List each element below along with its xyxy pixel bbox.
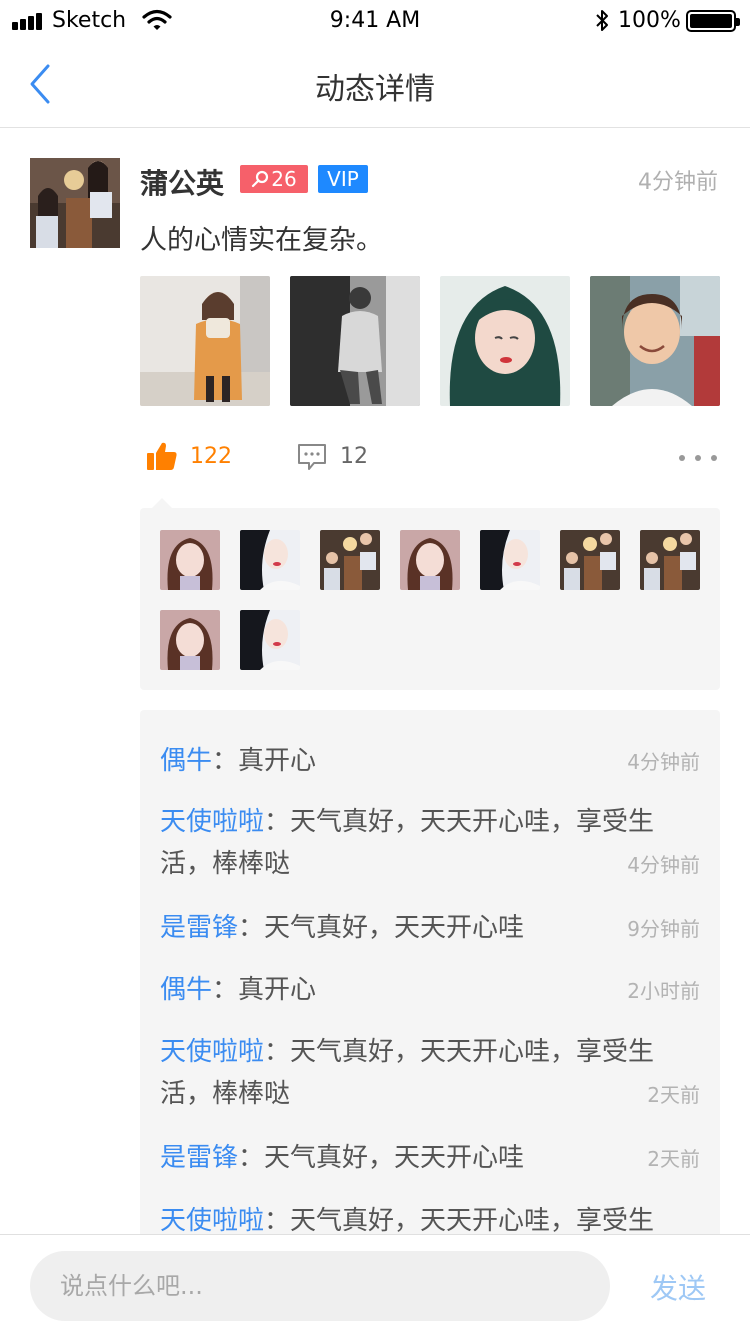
liker-avatar[interactable] <box>160 530 220 590</box>
comment-sep: ： <box>264 807 291 837</box>
age-value: 26 <box>271 167 297 191</box>
vip-badge: VIP <box>318 165 368 193</box>
photo-3[interactable] <box>440 276 570 406</box>
comment-count: 12 <box>340 444 368 469</box>
like-count: 122 <box>190 444 232 469</box>
author-avatar[interactable] <box>30 158 120 248</box>
liker-avatar[interactable] <box>640 530 700 590</box>
photo-grid <box>140 276 720 406</box>
gender-age-badge: 26 <box>240 165 308 193</box>
more-dots-icon[interactable] <box>678 454 718 462</box>
liker-avatar[interactable] <box>160 610 220 670</box>
liker-avatar[interactable] <box>560 530 620 590</box>
thumbs-up-icon[interactable] <box>146 440 178 472</box>
comment-sep: ： <box>238 1143 265 1173</box>
liker-avatar[interactable] <box>240 530 300 590</box>
status-bar: Sketch 9:41 AM 100% <box>0 0 750 40</box>
comment-item: 天使啦啦：天气真好，天天开心哇，享受生活，棒棒哒 4分钟前 <box>160 801 700 885</box>
send-button[interactable]: 发送 <box>650 1267 706 1307</box>
comment-list: 偶牛：真开心 4分钟前 天使啦啦：天气真好，天天开心哇，享受生活，棒棒哒 4分钟… <box>140 710 720 1250</box>
comment-author[interactable]: 是雷锋 <box>160 1143 238 1173</box>
comment-author[interactable]: 偶牛 <box>160 746 212 776</box>
comment-item: 是雷锋：天气真好，天天开心哇 9分钟前 <box>160 907 700 949</box>
female-symbol-icon <box>252 170 269 188</box>
comment-time: 2天前 <box>647 1083 700 1107</box>
battery-percent: 100% <box>618 8 681 33</box>
battery-icon <box>686 10 740 32</box>
comment-author[interactable]: 天使啦啦 <box>160 1037 264 1067</box>
comment-time: 2小时前 <box>627 979 700 1003</box>
comment-time: 4分钟前 <box>627 750 700 774</box>
comment-item: 偶牛：真开心 4分钟前 <box>160 740 700 782</box>
comment-author[interactable]: 天使啦啦 <box>160 807 264 837</box>
liker-avatar[interactable] <box>240 610 300 670</box>
comment-text: 天气真好，天天开心哇 <box>264 913 525 943</box>
comment-item: 天使啦啦：天气真好，天天开心哇，享受生活，棒棒哒 2天前 <box>160 1031 700 1115</box>
nav-bar: 动态详情 <box>0 40 750 128</box>
post-text: 人的心情实在复杂。 <box>140 225 383 256</box>
post-time: 4分钟前 <box>638 170 718 195</box>
photo-1[interactable] <box>140 276 270 406</box>
likers-panel <box>140 498 720 690</box>
liker-avatar[interactable] <box>400 530 460 590</box>
comment-item: 是雷锋：天气真好，天天开心哇 2天前 <box>160 1137 700 1179</box>
comment-sep: ： <box>238 913 265 943</box>
comment-sep: ： <box>212 746 239 776</box>
comment-item: 偶牛：真开心 2小时前 <box>160 969 700 1011</box>
liker-avatar[interactable] <box>480 530 540 590</box>
page-title: 动态详情 <box>315 72 435 107</box>
author-name[interactable]: 蒲公英 <box>140 162 224 202</box>
comment-input-bar: 发送 <box>0 1234 750 1334</box>
comment-text: 天气真好，天天开心哇，享受生 <box>290 1206 655 1236</box>
liker-avatar[interactable] <box>320 530 380 590</box>
comment-text: 真开心 <box>238 746 317 776</box>
comment-time: 4分钟前 <box>627 853 700 877</box>
comment-time: 9分钟前 <box>627 917 700 941</box>
comment-text: 真开心 <box>238 975 317 1005</box>
bluetooth-icon <box>596 10 608 31</box>
comment-bubble-icon[interactable] <box>296 442 328 472</box>
comment-text: 天气真好，天天开心哇 <box>264 1143 525 1173</box>
comment-sep: ： <box>264 1206 291 1236</box>
post-actions: 122 12 <box>140 436 720 480</box>
comment-author[interactable]: 是雷锋 <box>160 913 238 943</box>
comment-time: 2天前 <box>647 1147 700 1171</box>
photo-2[interactable] <box>290 276 420 406</box>
comment-author[interactable]: 偶牛 <box>160 975 212 1005</box>
comment-input[interactable] <box>30 1251 610 1321</box>
photo-4[interactable] <box>590 276 720 406</box>
comment-author[interactable]: 天使啦啦 <box>160 1206 264 1236</box>
comment-sep: ： <box>264 1037 291 1067</box>
comment-sep: ： <box>212 975 239 1005</box>
